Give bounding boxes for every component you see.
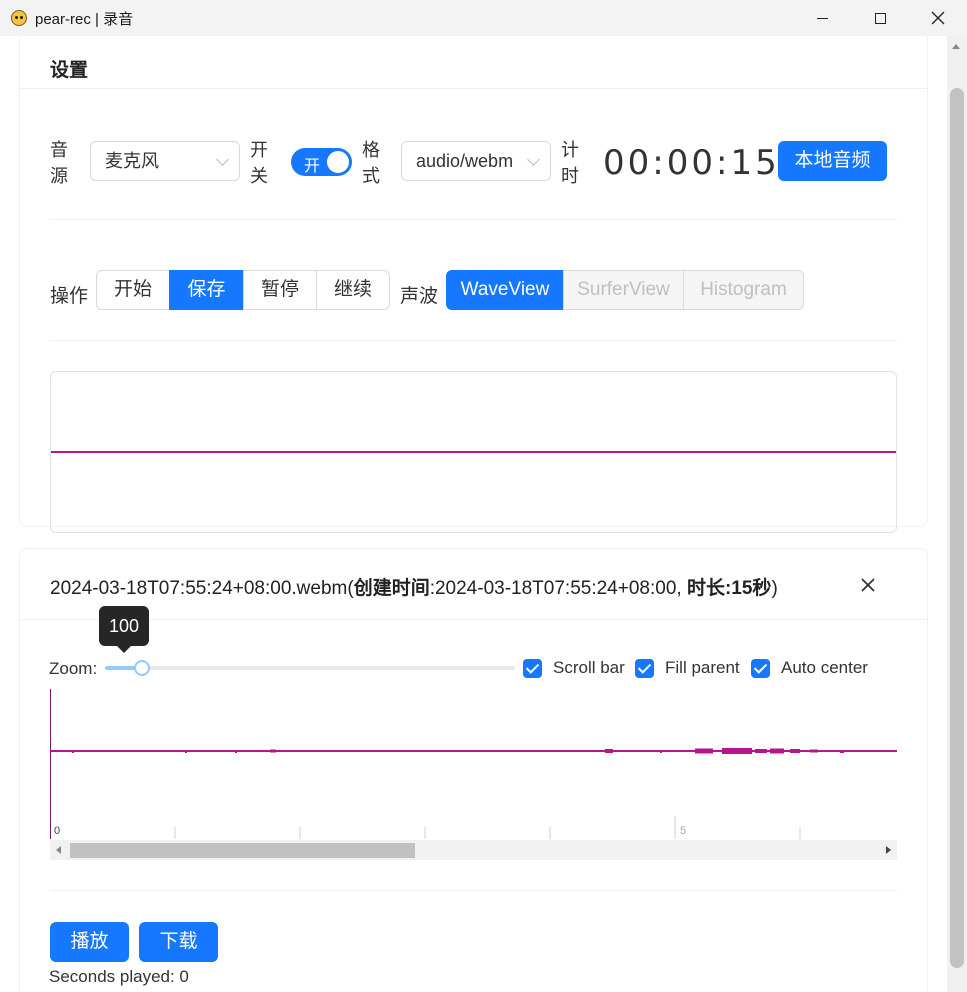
- checkbox-checked-icon: [523, 658, 542, 678]
- format-label: 格式: [362, 140, 380, 186]
- created-label: 创建时间: [353, 578, 430, 599]
- minimize-icon: [816, 17, 828, 19]
- scrollbar-checkbox-label: Scroll bar: [553, 658, 625, 677]
- ops-label: 操作: [50, 286, 89, 307]
- seconds-played: Seconds played: 0: [49, 967, 189, 986]
- source-label: 音源: [50, 140, 68, 186]
- close-icon: [861, 578, 875, 592]
- settings-card-header: 设置: [20, 36, 927, 89]
- duration-value: 15秒: [731, 578, 772, 599]
- recording-filename: 2024-03-18T07:55:24+08:00.webm: [50, 578, 348, 599]
- timeline-ticks: [174, 816, 801, 839]
- scroll-up-icon[interactable]: [952, 44, 960, 49]
- page-scroll-thumb[interactable]: [950, 88, 964, 968]
- zoom-slider[interactable]: [105, 660, 515, 676]
- switch-label: 开关: [250, 140, 268, 186]
- auto-center-checkbox-label: Auto center: [781, 658, 868, 677]
- recording-card-header: 2024-03-18T07:55:24+08:00.webm(创建时间:2024…: [20, 549, 927, 620]
- checkbox-checked-icon: [751, 658, 770, 678]
- checkbox-checked-icon: [635, 658, 654, 678]
- scrollbar-checkbox[interactable]: Scroll bar: [523, 658, 625, 678]
- chevron-down-icon: [216, 153, 229, 166]
- live-waveform-line: [51, 451, 896, 453]
- recording-divider: [50, 890, 897, 891]
- auto-center-checkbox[interactable]: Auto center: [751, 658, 868, 678]
- close-window-button[interactable]: [909, 0, 967, 36]
- zoom-tooltip-arrow: [117, 646, 131, 653]
- wave-label: 声波: [400, 286, 439, 307]
- paren-close: ): [771, 578, 778, 599]
- switch-knob: [327, 151, 349, 173]
- waveform-scrollbar[interactable]: [50, 840, 897, 860]
- close-recording-button[interactable]: [860, 573, 876, 599]
- created-value: 2024-03-18T07:55:24+08:00,: [434, 578, 687, 599]
- timer-label: 计时: [561, 140, 579, 186]
- app-logo-icon: [11, 10, 27, 26]
- fill-parent-checkbox[interactable]: Fill parent: [635, 658, 740, 678]
- recording-title: 2024-03-18T07:55:24+08:00.webm(创建时间:2024…: [50, 573, 778, 600]
- source-select-value: 麦克风: [105, 151, 159, 171]
- save-button[interactable]: 保存: [169, 270, 244, 310]
- play-button[interactable]: 播放: [50, 922, 129, 962]
- download-button[interactable]: 下载: [139, 922, 218, 962]
- recorded-waveform[interactable]: 0 5: [50, 689, 897, 839]
- maximize-icon: [874, 12, 886, 24]
- scroll-right-icon[interactable]: [886, 846, 891, 854]
- close-icon: [931, 11, 945, 25]
- surferview-tab[interactable]: SurferView: [563, 270, 684, 310]
- minimize-button[interactable]: [793, 0, 851, 36]
- timeline-label-5: 5: [680, 825, 686, 837]
- title-bar: pear-rec | 录音: [0, 0, 967, 36]
- maximize-button[interactable]: [851, 0, 909, 36]
- switch-text: 开: [304, 158, 321, 175]
- chevron-down-icon: [527, 153, 540, 166]
- zoom-slider-handle[interactable]: [134, 660, 150, 676]
- histogram-tab[interactable]: Histogram: [683, 270, 804, 310]
- format-select-value: audio/webm: [416, 151, 514, 171]
- window-title: pear-rec | 录音: [35, 10, 134, 28]
- timeline-label-0: 0: [54, 825, 60, 837]
- settings-divider-2: [50, 340, 897, 341]
- source-select[interactable]: 麦克风: [90, 141, 240, 181]
- local-audio-button[interactable]: 本地音频: [778, 141, 887, 181]
- page-scrollbar[interactable]: [947, 36, 967, 992]
- record-switch[interactable]: 开: [291, 148, 352, 176]
- zoom-tooltip: 100: [99, 606, 149, 646]
- zoom-label: Zoom:: [49, 659, 98, 678]
- waveview-tab[interactable]: WaveView: [446, 270, 564, 310]
- settings-title: 设置: [50, 60, 89, 81]
- scroll-left-icon[interactable]: [56, 846, 61, 854]
- settings-card: 设置 音源 麦克风 开关 开 格式 audio/webm 计时 00:00:15…: [19, 36, 928, 533]
- waveform-scroll-thumb[interactable]: [70, 843, 415, 858]
- live-waveform: [50, 371, 897, 533]
- settings-divider: [50, 219, 897, 220]
- start-button[interactable]: 开始: [96, 270, 170, 310]
- format-select[interactable]: audio/webm: [401, 141, 551, 181]
- main-content: 设置 音源 麦克风 开关 开 格式 audio/webm 计时 00:00:15…: [0, 36, 947, 992]
- duration-label: 时长: [686, 578, 725, 599]
- resume-button[interactable]: 继续: [316, 270, 390, 310]
- fill-parent-checkbox-label: Fill parent: [665, 658, 740, 677]
- timer-display: 00:00:15: [603, 143, 780, 183]
- pause-button[interactable]: 暂停: [243, 270, 317, 310]
